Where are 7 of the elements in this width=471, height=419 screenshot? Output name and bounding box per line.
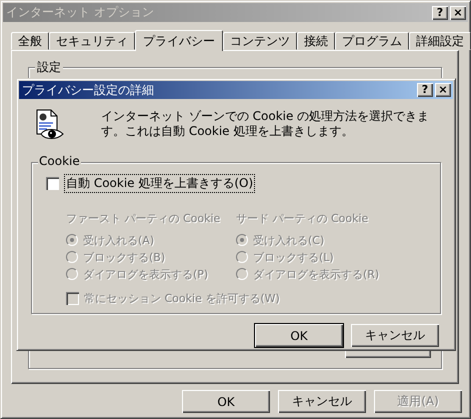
description-text: インターネット ゾーンでの Cookie の処理方法を選択できます。これは自動 Cookie 処理を上書きします。 [101, 109, 430, 140]
window-title: インターネット オプション [6, 4, 154, 21]
column-heading: サード パーティの Cookie [236, 211, 370, 226]
column-heading: ファースト パーティの Cookie [66, 211, 222, 226]
group-label: Cookie [38, 154, 81, 168]
dialog-title: プライバシー設定の詳細 [22, 82, 154, 98]
group-label: 設定 [35, 59, 63, 76]
